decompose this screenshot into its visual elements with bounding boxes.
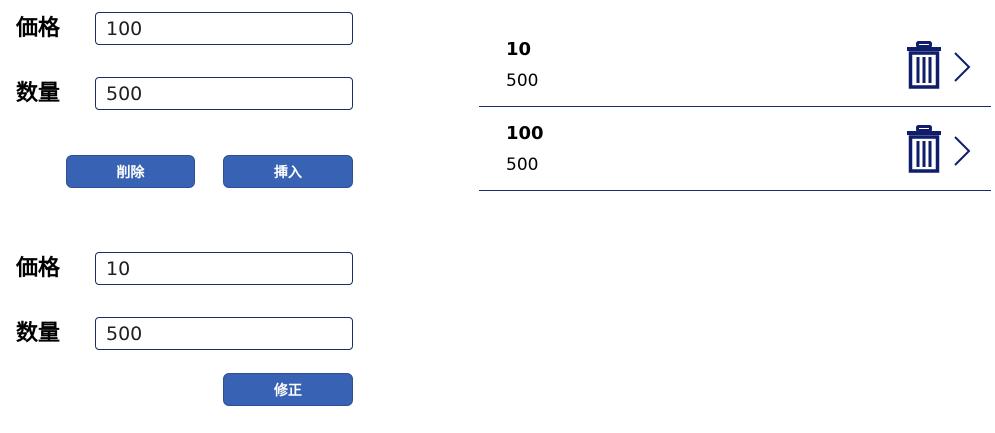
item-gallery: 10 500 100 500 — [479, 23, 991, 191]
edit-price-label: 価格 — [16, 256, 61, 281]
delete-button[interactable]: 削除 — [66, 155, 195, 188]
row-title: 100 — [506, 123, 544, 144]
row-subtitle: 500 — [506, 71, 539, 91]
price-input[interactable] — [95, 12, 353, 45]
insert-button[interactable]: 挿入 — [223, 155, 353, 188]
delete-button-label: 削除 — [116, 164, 145, 181]
edit-price-input[interactable] — [95, 252, 353, 285]
chevron-right-icon[interactable] — [952, 51, 972, 83]
edit-quantity-label: 数量 — [16, 321, 61, 346]
trash-icon[interactable] — [907, 41, 941, 89]
gallery-row[interactable]: 10 500 — [479, 23, 991, 107]
update-button[interactable]: 修正 — [223, 373, 353, 406]
quantity-label: 数量 — [16, 81, 61, 106]
quantity-input[interactable] — [95, 77, 353, 110]
edit-quantity-input[interactable] — [95, 317, 353, 350]
gallery-row[interactable]: 100 500 — [479, 107, 991, 191]
row-subtitle: 500 — [506, 155, 539, 175]
update-button-label: 修正 — [274, 382, 302, 399]
row-title: 10 — [506, 39, 532, 60]
price-label: 価格 — [16, 16, 61, 41]
chevron-right-icon[interactable] — [952, 135, 972, 167]
trash-icon[interactable] — [907, 125, 941, 173]
insert-button-label: 挿入 — [274, 164, 302, 181]
